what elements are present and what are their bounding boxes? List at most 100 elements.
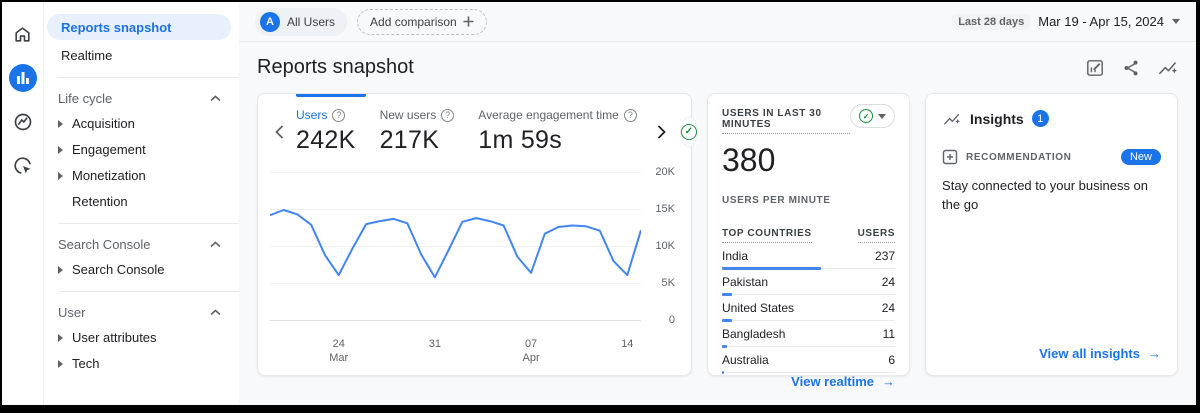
users-trend-chart: 05K10K15K20K xyxy=(270,173,677,331)
date-range-text: Mar 19 - Apr 15, 2024 xyxy=(1038,14,1164,29)
check-circle-icon: ✓ xyxy=(859,109,873,123)
cards-row: Users ? 242K New users ? 217K xyxy=(239,91,1196,376)
country-users: 6 xyxy=(888,353,895,367)
date-range-picker[interactable]: Last 28 days Mar 19 - Apr 15, 2024 xyxy=(952,14,1180,30)
expand-arrow-icon xyxy=(58,120,63,128)
link-label: View all insights xyxy=(1039,346,1140,361)
date-preset-badge: Last 28 days xyxy=(952,14,1030,30)
sidebar-item-label: Search Console xyxy=(72,262,165,277)
add-comparison-button[interactable]: Add comparison xyxy=(357,9,487,35)
customize-report-icon[interactable] xyxy=(1086,59,1104,77)
sidebar-item-label: Tech xyxy=(72,356,99,371)
carousel-prev-button[interactable] xyxy=(270,125,288,139)
sidebar-item-reports-snapshot[interactable]: Reports snapshot xyxy=(47,14,231,40)
segment-label: All Users xyxy=(287,15,335,29)
users-column-header: USERS xyxy=(858,228,895,243)
help-icon[interactable]: ? xyxy=(441,109,454,122)
insights-icon xyxy=(942,111,962,127)
realtime-status-dropdown[interactable]: ✓ xyxy=(850,104,895,128)
chevron-down-icon xyxy=(1172,19,1180,24)
metric-value: 217K xyxy=(380,126,455,155)
insights-title: Insights xyxy=(970,111,1024,127)
y-tick-label: 0 xyxy=(669,314,675,326)
recommendation-label: RECOMMENDATION xyxy=(966,152,1113,163)
help-icon[interactable]: ? xyxy=(332,109,345,122)
country-name: Pakistan xyxy=(722,275,768,289)
realtime-title: USERS IN LAST 30 MINUTES xyxy=(722,108,850,134)
metric-label: Average engagement time xyxy=(478,108,619,122)
sidebar-item-realtime[interactable]: Realtime xyxy=(47,42,231,68)
sidebar-section-life-cycle[interactable]: Life cycle xyxy=(44,87,239,110)
carousel-next-button[interactable] xyxy=(653,125,671,139)
country-row: United States24 xyxy=(722,301,895,321)
users-line-chart xyxy=(270,173,641,321)
y-tick-label: 20K xyxy=(655,166,675,178)
country-bar xyxy=(722,293,732,296)
insights-card: Insights 1 RECOMMENDATION New Stay conne… xyxy=(925,93,1178,376)
sidebar-item-user-attributes[interactable]: User attributes xyxy=(44,325,239,350)
country-row: Pakistan 24 xyxy=(722,275,895,295)
country-bar xyxy=(722,345,727,348)
line-series xyxy=(270,173,641,321)
chevron-up-icon xyxy=(210,95,221,102)
chevron-up-icon xyxy=(210,309,221,316)
metric-tab-avg-engagement-time[interactable]: Average engagement time ? 1m 59s xyxy=(478,108,637,155)
main-content: A All Users Add comparison Last 28 days … xyxy=(239,2,1196,405)
expand-arrow-icon xyxy=(58,146,63,154)
country-users: 24 xyxy=(882,275,895,289)
home-icon[interactable] xyxy=(9,20,37,48)
users-per-minute-label: USERS PER MINUTE xyxy=(722,195,895,206)
metric-label: Users xyxy=(296,108,327,122)
y-tick-label: 10K xyxy=(655,240,675,252)
x-tick-label: 31 xyxy=(429,337,441,351)
share-icon[interactable] xyxy=(1122,59,1140,77)
top-countries-list: India237Pakistan24United States24Banglad… xyxy=(722,243,895,373)
sidebar-item-label: User attributes xyxy=(72,330,157,345)
country-users: 11 xyxy=(883,327,895,341)
sidebar-section-user[interactable]: User xyxy=(44,301,239,324)
country-name: India xyxy=(722,249,748,263)
sidebar-item-label: Reports snapshot xyxy=(61,20,172,35)
country-name: Bangladesh xyxy=(722,327,785,341)
recommendation-icon xyxy=(942,149,958,165)
sidebar-item-tech[interactable]: Tech xyxy=(44,351,239,376)
country-users: 24 xyxy=(882,301,895,315)
view-all-insights-link[interactable]: View all insights → xyxy=(1039,346,1161,361)
view-realtime-link[interactable]: View realtime→ xyxy=(791,374,895,389)
metric-value: 242K xyxy=(296,126,356,155)
section-label: User xyxy=(58,305,85,320)
segment-chip-all-users[interactable]: A All Users xyxy=(255,8,347,36)
app-window: Reports snapshot Realtime Life cycle Acq… xyxy=(0,0,1200,413)
arrow-right-icon: → xyxy=(1148,346,1161,361)
icon-rail xyxy=(2,2,44,405)
divider xyxy=(58,77,239,78)
sidebar-item-search-console[interactable]: Search Console xyxy=(44,257,239,282)
sidebar-item-label: Engagement xyxy=(72,142,146,157)
page-header: Reports snapshot xyxy=(239,42,1196,91)
help-icon[interactable]: ? xyxy=(624,109,637,122)
realtime-users-value: 380 xyxy=(722,142,895,179)
reports-icon[interactable] xyxy=(9,64,37,92)
active-metric-tab-indicator xyxy=(296,94,366,97)
insight-message: Stay connected to your business on the g… xyxy=(942,177,1161,215)
sidebar-item-label: Realtime xyxy=(61,48,112,63)
sidebar-item-label: Acquisition xyxy=(72,116,135,131)
realtime-card: USERS IN LAST 30 MINUTES ✓ 380 USERS PER… xyxy=(707,93,910,376)
sidebar-item-monetization[interactable]: Monetization xyxy=(44,163,239,188)
add-comparison-label: Add comparison xyxy=(370,15,457,29)
sidebar-item-engagement[interactable]: Engagement xyxy=(44,137,239,162)
sidebar-section-search-console[interactable]: Search Console xyxy=(44,233,239,256)
expand-arrow-icon xyxy=(58,334,63,342)
data-quality-button[interactable]: ✓ xyxy=(681,118,697,146)
sidebar-item-acquisition[interactable]: Acquisition xyxy=(44,111,239,136)
sidebar-item-retention[interactable]: Retention xyxy=(44,189,239,214)
advertising-icon[interactable] xyxy=(9,152,37,180)
insights-icon[interactable] xyxy=(1158,59,1178,77)
chevron-up-icon xyxy=(210,241,221,248)
explore-icon[interactable] xyxy=(9,108,37,136)
section-label: Search Console xyxy=(58,237,151,252)
metric-tab-new-users[interactable]: New users ? 217K xyxy=(380,108,455,155)
metric-tab-users[interactable]: Users ? 242K xyxy=(296,108,356,155)
metric-label: New users xyxy=(380,108,437,122)
country-row: India237 xyxy=(722,249,895,269)
